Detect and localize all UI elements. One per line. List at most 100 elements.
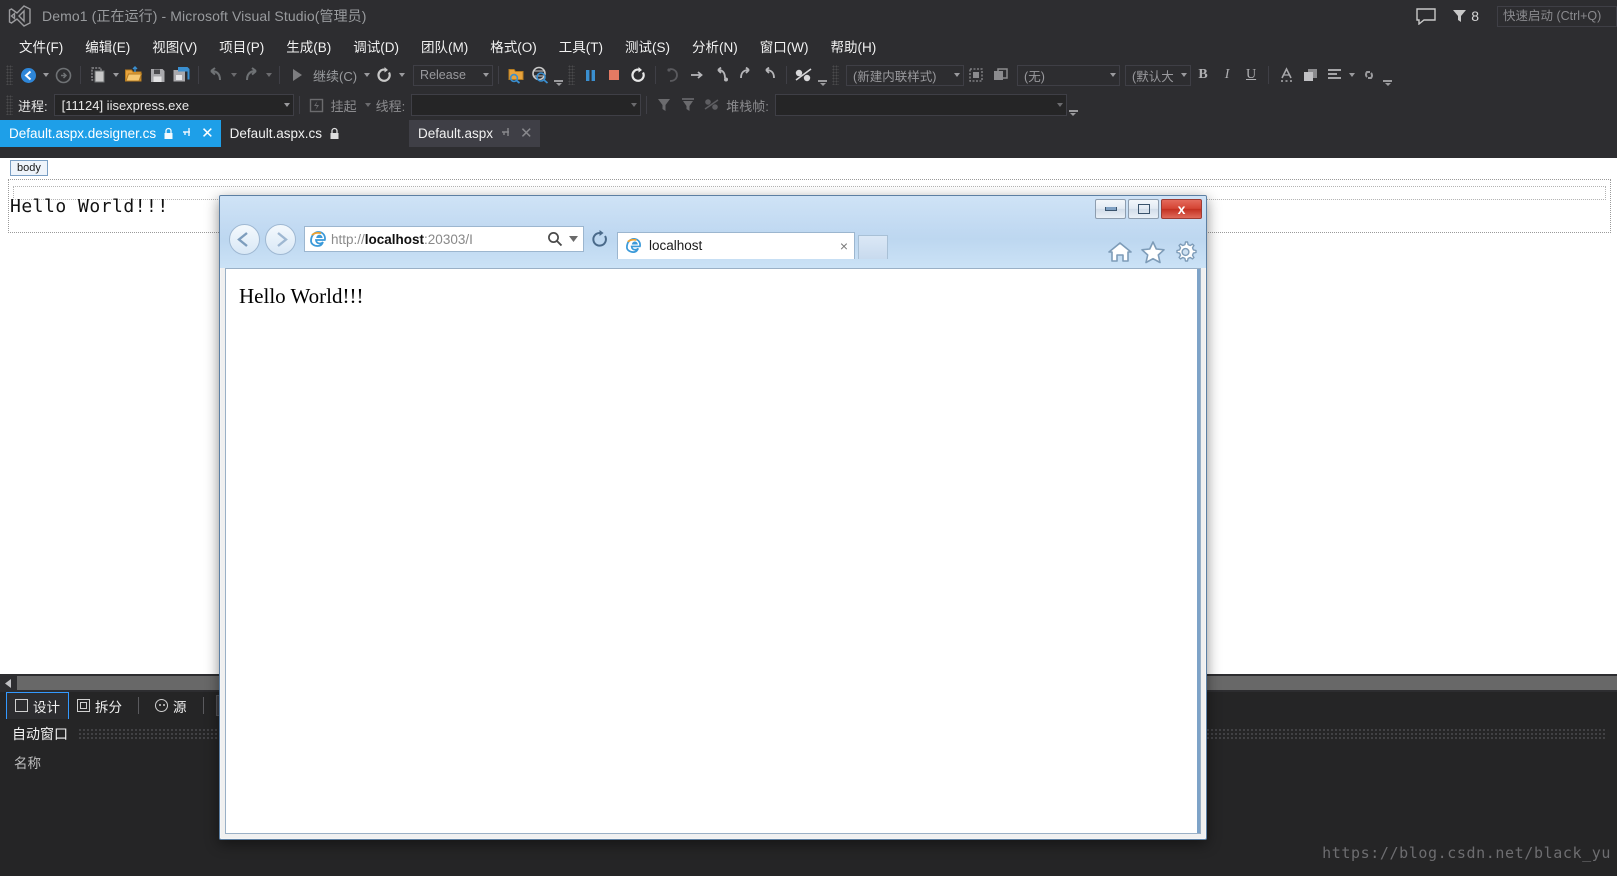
menu-help[interactable]: 帮助(H) — [819, 32, 887, 60]
toolbar-grip[interactable] — [832, 65, 840, 85]
close-tab-icon[interactable]: ✕ — [201, 126, 214, 141]
compatibility-dropdown[interactable] — [566, 227, 580, 251]
navigate-back-button[interactable] — [16, 64, 40, 86]
foreground-color-button[interactable] — [1274, 64, 1298, 86]
refresh-button[interactable] — [586, 226, 612, 252]
view-tab-split[interactable]: 拆分 — [69, 693, 130, 719]
back-button[interactable] — [229, 223, 260, 255]
view-tab-source[interactable]: 源 — [147, 693, 195, 719]
internet-explorer-window[interactable]: x http://localhost:20303/I localhost × H… — [219, 195, 1207, 840]
tab-default-aspx-cs[interactable]: Default.aspx.cs — [220, 120, 347, 147]
step-over-button[interactable] — [709, 64, 733, 86]
debug-toolbar-grip[interactable] — [6, 95, 13, 115]
italic-button[interactable]: I — [1215, 64, 1239, 86]
menu-file[interactable]: 文件(F) — [8, 32, 74, 60]
new-item-button[interactable] — [86, 64, 110, 86]
notifications-button[interactable]: 8 — [1451, 8, 1479, 24]
minimize-button[interactable] — [1095, 199, 1126, 219]
debug-overflow-dropdown[interactable] — [1067, 94, 1080, 116]
suspend-dropdown[interactable] — [363, 94, 374, 116]
underline-button[interactable]: U — [1239, 64, 1263, 86]
toolbar-grip[interactable] — [568, 65, 576, 85]
thread-combo[interactable] — [411, 94, 642, 116]
pin-tab-icon[interactable] — [182, 126, 193, 141]
menu-build[interactable]: 生成(B) — [275, 32, 342, 60]
thread-filter-button[interactable] — [652, 94, 676, 116]
page-vertical-scrollbar[interactable] — [1197, 269, 1200, 833]
search-button[interactable] — [544, 227, 566, 251]
toggle-code-button[interactable] — [700, 94, 724, 116]
settings-button[interactable] — [1173, 240, 1198, 267]
menu-edit[interactable]: 编辑(E) — [74, 32, 141, 60]
redo-button[interactable] — [239, 64, 263, 86]
show-next-statement-button[interactable] — [661, 64, 685, 86]
break-all-button[interactable] — [578, 64, 602, 86]
open-file-button[interactable] — [121, 64, 145, 86]
save-all-button[interactable] — [169, 64, 193, 86]
new-tab-button[interactable] — [858, 235, 888, 259]
favorites-button[interactable] — [1140, 240, 1166, 267]
undo-button[interactable] — [204, 64, 228, 86]
navigate-forward-button[interactable] — [51, 64, 75, 86]
new-item-dropdown[interactable] — [110, 64, 121, 86]
continue-button[interactable] — [285, 64, 309, 86]
scroll-left-arrow-icon[interactable] — [0, 675, 17, 691]
step-out-alt-button[interactable] — [757, 64, 781, 86]
restart-debugging-button[interactable] — [626, 64, 650, 86]
hyperlink-button[interactable] — [1357, 64, 1381, 86]
solution-configuration-combo[interactable]: Release — [413, 64, 494, 86]
step-into-button[interactable] — [685, 64, 709, 86]
formatting-overflow-dropdown[interactable] — [1381, 64, 1394, 86]
continue-dropdown[interactable] — [361, 64, 372, 86]
menu-window[interactable]: 窗口(W) — [749, 32, 820, 60]
align-left-button[interactable] — [1322, 64, 1346, 86]
menu-test[interactable]: 测试(S) — [614, 32, 681, 60]
navigate-back-dropdown[interactable] — [40, 64, 51, 86]
browser-viewport[interactable]: Hello World!!! — [225, 268, 1201, 834]
menu-project[interactable]: 项目(P) — [208, 32, 275, 60]
breakpoints-overflow-dropdown[interactable] — [816, 64, 829, 86]
target-rule-button[interactable] — [964, 64, 988, 86]
clear-thread-filter-button[interactable] — [676, 94, 700, 116]
menu-debug[interactable]: 调试(D) — [342, 32, 410, 60]
align-dropdown[interactable] — [1346, 64, 1357, 86]
stackframe-combo[interactable] — [774, 94, 1067, 116]
undo-dropdown[interactable] — [228, 64, 239, 86]
font-family-combo[interactable]: (无) — [1017, 64, 1121, 86]
menu-view[interactable]: 视图(V) — [141, 32, 208, 60]
stop-debugging-button[interactable] — [602, 64, 626, 86]
save-button[interactable] — [145, 64, 169, 86]
step-out-button[interactable] — [733, 64, 757, 86]
designer-content-text[interactable]: Hello World!!! — [10, 196, 169, 217]
browser-title-bar[interactable]: x — [220, 196, 1206, 219]
background-color-button[interactable] — [1298, 64, 1322, 86]
address-bar[interactable]: http://localhost:20303/I — [304, 226, 584, 252]
tab-default-aspx[interactable]: Default.aspx ✕ — [408, 120, 540, 147]
close-tab-icon[interactable]: ✕ — [520, 126, 533, 141]
toolbar-grip[interactable] — [6, 65, 13, 85]
style-application-combo[interactable]: (新建内联样式) — [846, 64, 965, 86]
restart-dropdown[interactable] — [396, 64, 407, 86]
close-tab-icon[interactable]: × — [840, 238, 848, 254]
maximize-button[interactable] — [1128, 199, 1159, 219]
font-size-combo[interactable]: (默认大 — [1125, 64, 1192, 86]
menu-team[interactable]: 团队(M) — [410, 32, 479, 60]
continue-label[interactable]: 继续(C) — [309, 66, 361, 85]
menu-format[interactable]: 格式(O) — [479, 32, 548, 60]
tag-navigator-body[interactable]: body — [10, 160, 48, 176]
forward-button[interactable] — [265, 223, 296, 255]
attach-style-sheet-button[interactable] — [988, 64, 1012, 86]
view-tab-design[interactable]: 设计 — [6, 691, 69, 720]
redo-dropdown[interactable] — [263, 64, 274, 86]
bold-button[interactable]: B — [1191, 64, 1215, 86]
quick-launch-input[interactable]: 快速启动 (Ctrl+Q) — [1497, 5, 1617, 27]
close-button[interactable]: x — [1161, 199, 1202, 219]
menu-tools[interactable]: 工具(T) — [548, 32, 614, 60]
suspend-label[interactable]: 挂起 — [331, 96, 357, 115]
restart-button[interactable] — [372, 64, 396, 86]
attach-to-process-button[interactable] — [504, 64, 528, 86]
tab-default-aspx-designer-cs[interactable]: Default.aspx.designer.cs ✕ — [0, 120, 221, 147]
pin-tab-icon[interactable] — [501, 126, 512, 141]
find-in-files-button[interactable] — [528, 64, 552, 86]
process-combo[interactable]: [11124] iisexpress.exe — [53, 94, 294, 116]
